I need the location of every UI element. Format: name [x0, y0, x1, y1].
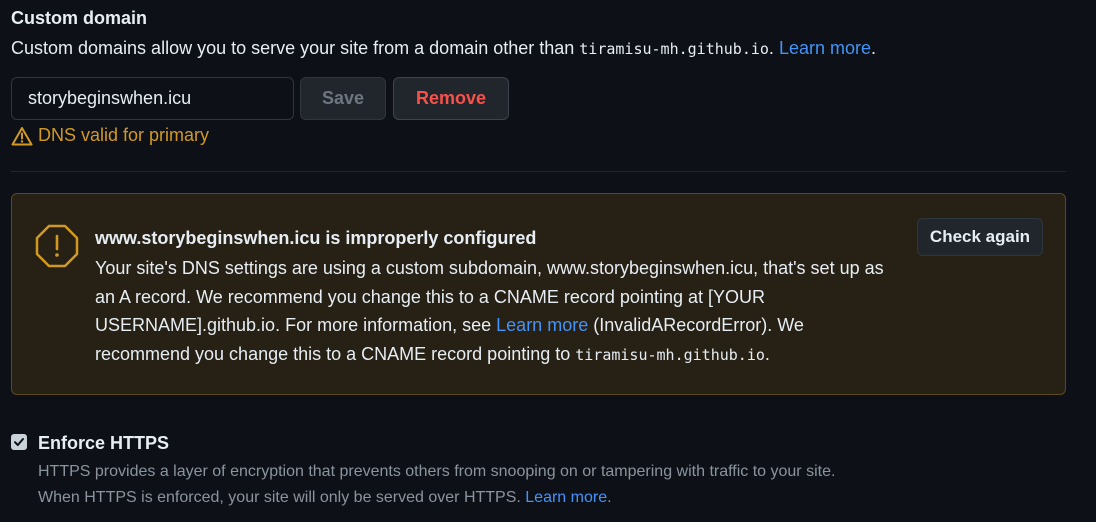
description-end: .	[871, 38, 877, 58]
section-description: Custom domains allow you to serve your s…	[11, 38, 876, 59]
description-suffix: .	[768, 38, 779, 58]
warning-learn-more-link[interactable]: Learn more	[496, 315, 588, 335]
alert-triangle-icon	[11, 126, 33, 145]
warning-title: www.storybeginswhen.icu is improperly co…	[95, 228, 537, 248]
description-prefix: Custom domains allow you to serve your s…	[11, 38, 580, 58]
remove-button[interactable]: Remove	[393, 77, 509, 120]
enforce-https-checkbox[interactable]	[11, 434, 27, 450]
custom-domain-input[interactable]	[11, 77, 294, 120]
target-domain: tiramisu-mh.github.io	[575, 345, 765, 364]
alert-octagon-icon	[35, 224, 79, 268]
divider	[11, 171, 1066, 172]
https-learn-more-link[interactable]: Learn more	[525, 489, 607, 506]
https-desc-line-1: HTTPS provides a layer of encryption tha…	[38, 463, 836, 480]
section-title: Custom domain	[11, 8, 148, 28]
warning-body-end: .	[764, 343, 770, 364]
warning-body: Your site's DNS settings are using a cus…	[95, 254, 895, 369]
default-domain: tiramisu-mh.github.io	[579, 40, 769, 58]
warning-banner: www.storybeginswhen.icu is improperly co…	[11, 193, 1066, 395]
https-desc-line-2: When HTTPS is enforced, your site will o…	[38, 485, 938, 511]
dns-status: DNS valid for primary	[11, 125, 209, 146]
enforce-https-title: Enforce HTTPS	[38, 433, 170, 453]
https-desc-end: .	[607, 489, 612, 506]
enforce-https-description: HTTPS provides a layer of encryption tha…	[38, 459, 938, 511]
dns-status-text: DNS valid for primary	[38, 125, 210, 145]
check-again-button[interactable]: Check again	[917, 218, 1043, 256]
https-desc-line-2-text: When HTTPS is enforced, your site will o…	[38, 489, 526, 506]
save-button[interactable]: Save	[300, 77, 386, 120]
learn-more-link[interactable]: Learn more	[779, 38, 871, 58]
check-icon	[14, 438, 24, 446]
